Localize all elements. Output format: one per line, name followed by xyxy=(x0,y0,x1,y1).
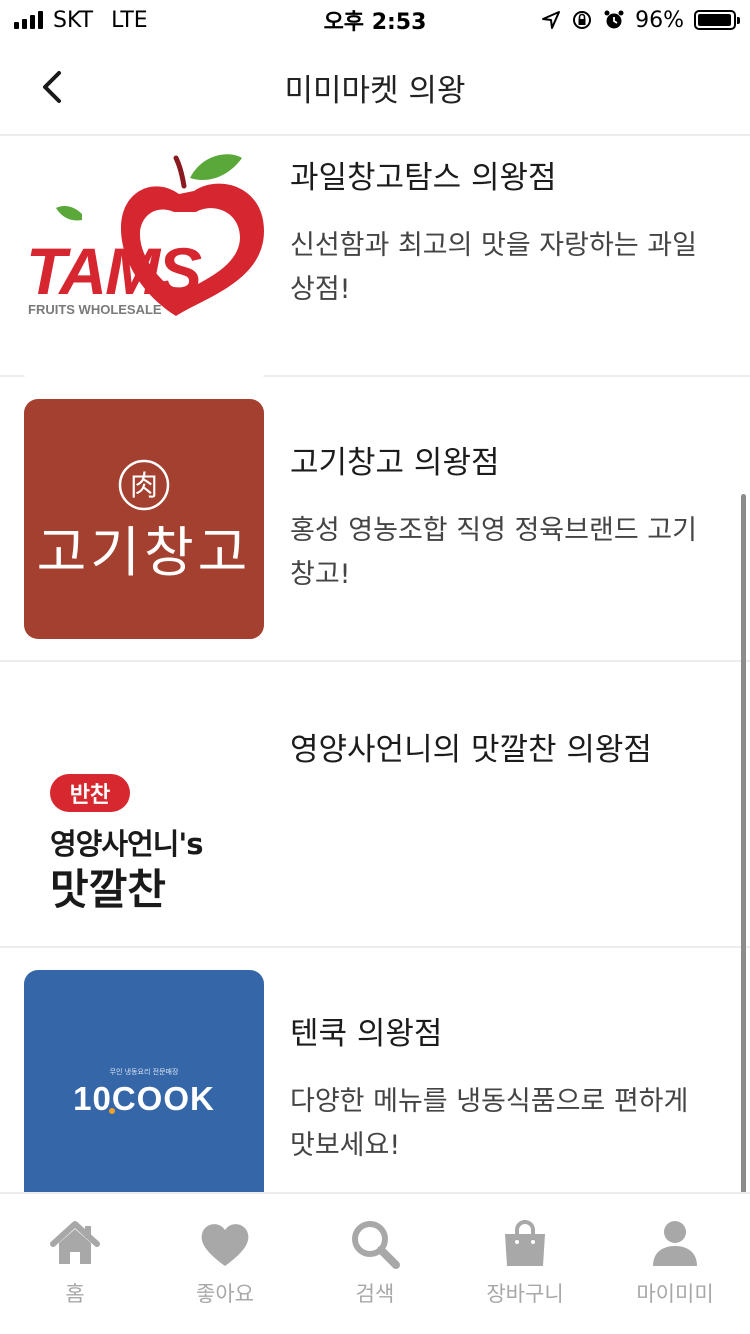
tab-my[interactable]: 마이미미 xyxy=(600,1194,750,1334)
gogi-brand-text: 고기창고 xyxy=(37,521,252,584)
tencook-small-text: 무인 냉동요리 전문매장 xyxy=(110,1067,179,1076)
banchan-badge: 반찬 xyxy=(70,783,110,808)
network-type: LTE xyxy=(111,7,148,33)
banchan-line1: 영양사언니's xyxy=(50,827,203,861)
store-item-banchan[interactable]: 반찬 영양사언니's 맛깔찬 영양사언니의 맛깔찬 의왕점 xyxy=(0,662,750,948)
store-list: TAMS FRUITS WHOLESALE 과일창고탐스 의왕점 신선함과 최고… xyxy=(0,136,750,1192)
store-name: 과일창고탐스 의왕점 xyxy=(290,160,557,196)
store-text: 고기창고 의왕점 홍성 영농조합 직영 정육브랜드 고기창고! xyxy=(290,443,710,597)
back-button[interactable] xyxy=(30,62,74,112)
nav-header: 미미마켓 의왕 xyxy=(0,40,750,136)
store-text: 텐쿡 의왕점 다양한 메뉴를 냉동식품으로 편하게 맛보세요! xyxy=(290,1014,710,1168)
tab-home[interactable]: 홈 xyxy=(0,1194,150,1334)
tab-bar: 홈 좋아요 검색 장바구니 마이미미 xyxy=(0,1192,750,1334)
store-logo-tencook: 무인 냉동요리 전문매장 10COOK xyxy=(24,970,264,1192)
battery-icon xyxy=(694,10,740,30)
store-description: 신선함과 최고의 맛을 자랑하는 과일 상점! xyxy=(290,230,697,305)
tams-brand-text: TAMS xyxy=(26,234,202,308)
store-description: 홍성 영농조합 직영 정육브랜드 고기창고! xyxy=(290,515,697,590)
orientation-lock-icon xyxy=(573,11,592,29)
store-text: 영양사언니의 맛깔찬 의왕점 xyxy=(290,730,710,770)
shopping-bag-icon xyxy=(505,1220,545,1266)
tams-tagline: FRUITS WHOLESALE xyxy=(28,302,162,317)
store-item-tencook[interactable]: 무인 냉동요리 전문매장 10COOK 텐쿡 의왕점 다양한 메뉴를 냉동식품으… xyxy=(0,948,750,1192)
banchan-line2: 맛깔찬 xyxy=(50,865,166,914)
store-item-gogi[interactable]: 肉 고기창고 고기창고 의왕점 홍성 영농조합 직영 정육브랜드 고기창고! xyxy=(0,377,750,662)
store-logo-banchan: 반찬 영양사언니's 맛깔찬 xyxy=(24,684,264,924)
tab-likes[interactable]: 좋아요 xyxy=(150,1194,300,1334)
store-name: 고기창고 의왕점 xyxy=(290,445,500,481)
banchan-logo: 반찬 영양사언니's 맛깔찬 xyxy=(50,774,204,914)
signal-icon xyxy=(14,11,43,29)
location-arrow-icon xyxy=(542,11,561,29)
store-logo-gogi: 肉 고기창고 xyxy=(24,399,264,639)
store-description: 다양한 메뉴를 냉동식품으로 편하게 맛보세요! xyxy=(290,1086,689,1161)
battery-percent: 96% xyxy=(635,7,684,33)
search-icon xyxy=(352,1221,400,1269)
store-logo-tams: TAMS FRUITS WHOLESALE xyxy=(24,146,264,386)
tab-label: 좋아요 xyxy=(196,1282,254,1306)
heart-icon xyxy=(201,1224,249,1266)
tab-label: 검색 xyxy=(355,1282,395,1306)
tams-logo: TAMS FRUITS WHOLESALE xyxy=(26,154,264,317)
tab-cart[interactable]: 장바구니 xyxy=(450,1194,600,1334)
gogi-logo: 肉 고기창고 xyxy=(37,459,252,584)
chevron-left-icon xyxy=(43,71,61,103)
status-left: SKT LTE xyxy=(14,8,148,33)
tab-label: 홈 xyxy=(65,1282,85,1306)
home-icon xyxy=(50,1221,100,1264)
tencook-brand-text: 10COOK xyxy=(73,1080,215,1117)
status-bar: SKT LTE 오후 2:53 96% xyxy=(0,0,750,40)
tab-label: 마이미미 xyxy=(636,1282,714,1306)
gogi-symbol: 肉 xyxy=(130,469,158,502)
user-icon xyxy=(653,1221,697,1266)
status-right: 96% xyxy=(541,7,740,33)
scrollbar[interactable] xyxy=(741,494,746,1289)
tab-label: 장바구니 xyxy=(486,1282,564,1306)
tab-search[interactable]: 검색 xyxy=(300,1194,450,1334)
battery-fill xyxy=(698,14,731,26)
tencook-logo: 무인 냉동요리 전문매장 10COOK xyxy=(73,1067,215,1117)
store-name: 텐쿡 의왕점 xyxy=(290,1016,443,1052)
store-item-tams[interactable]: TAMS FRUITS WHOLESALE 과일창고탐스 의왕점 신선함과 최고… xyxy=(0,136,750,386)
store-name: 영양사언니의 맛깔찬 의왕점 xyxy=(290,732,652,768)
page-title: 미미마켓 의왕 xyxy=(284,72,466,109)
store-text: 과일창고탐스 의왕점 신선함과 최고의 맛을 자랑하는 과일 상점! xyxy=(290,158,710,312)
alarm-icon xyxy=(604,10,624,29)
carrier-name: SKT xyxy=(53,7,94,33)
